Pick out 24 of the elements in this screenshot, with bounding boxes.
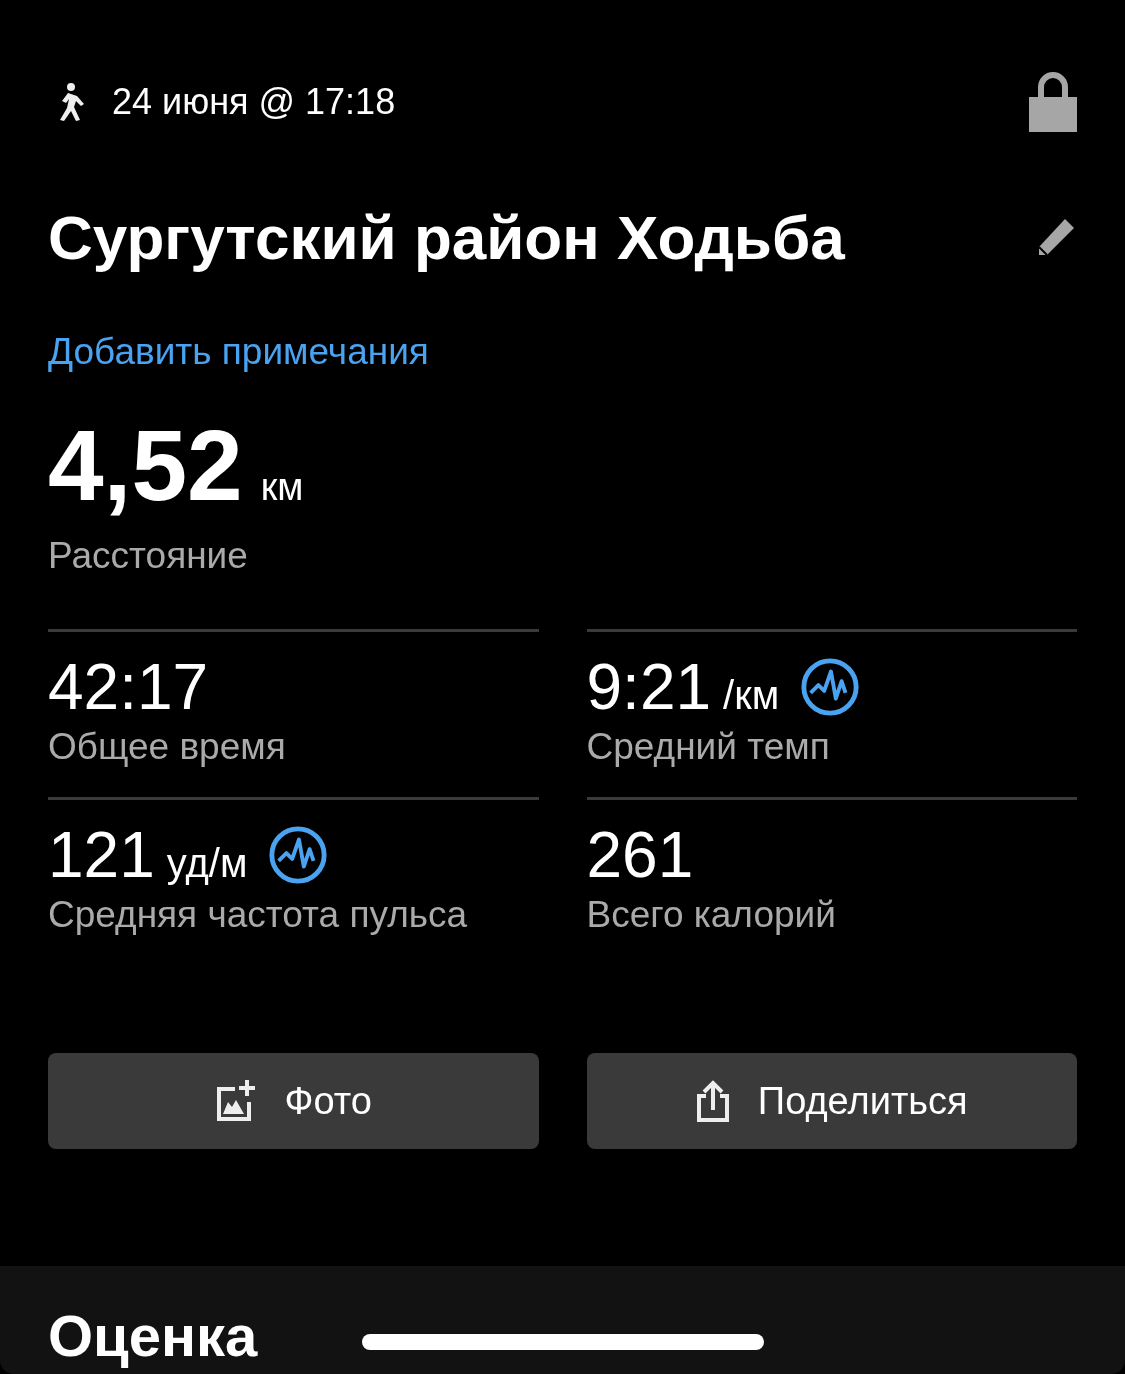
stat-label: Всего калорий [586,894,837,936]
distance-label: Расстояние [48,535,249,577]
add-photo-icon [214,1080,257,1122]
chart-icon[interactable] [799,656,862,718]
share-button[interactable]: Поделиться [586,1053,1077,1149]
stat-unit: /км [723,672,780,718]
stat-label: Общее время [48,726,287,768]
add-notes-link[interactable]: Добавить примечания [48,331,429,373]
distance-unit: км [260,466,304,509]
activity-datetime: 24 июня @ 17:18 [112,81,396,123]
photo-button[interactable]: Фото [48,1053,539,1149]
chart-icon[interactable] [267,824,330,886]
distance-value: 4,52 [48,415,243,515]
stat-value: 42:17 [48,650,209,724]
stat-unit: уд/м [166,840,248,886]
share-icon [695,1080,730,1122]
section-title: Оценка [48,1304,258,1368]
stat-value: 121 [48,818,155,892]
stat-value: 261 [586,818,694,892]
stat-label: Средняя частота пульса [48,894,469,936]
lock-icon [1029,71,1077,133]
stat-value: 9:21 [586,650,712,724]
activity-title: Сургутский район Ходьба [48,202,845,273]
stat-label: Средний темп [586,726,831,768]
